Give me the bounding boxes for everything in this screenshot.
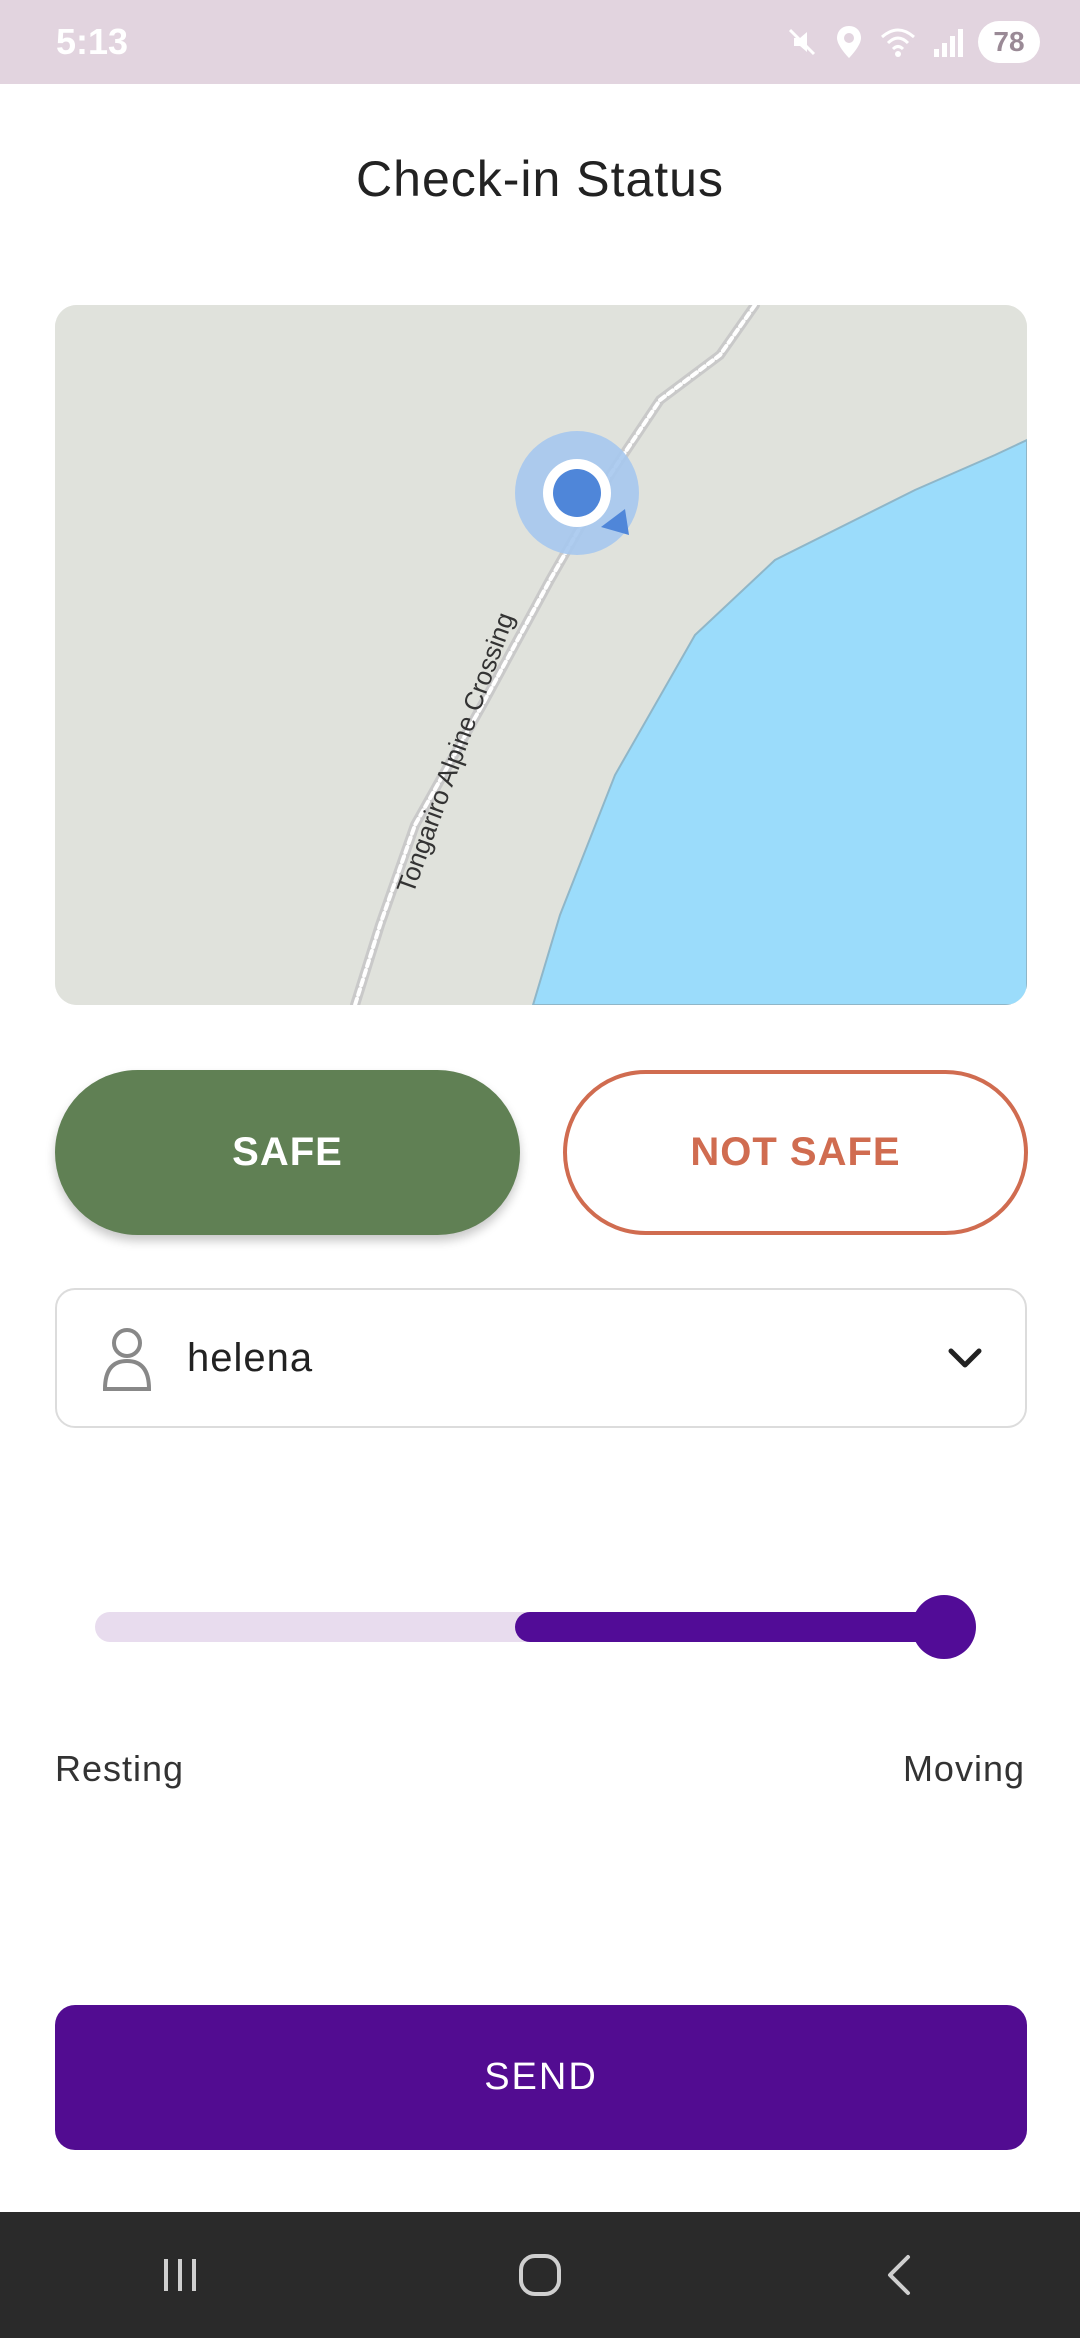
- send-button[interactable]: SEND: [55, 2005, 1027, 2150]
- mute-icon: [788, 28, 816, 56]
- person-icon: [102, 1328, 152, 1391]
- signal-icon: [934, 29, 963, 57]
- home-button[interactable]: [500, 2235, 580, 2315]
- not-safe-button[interactable]: NOT SAFE: [563, 1070, 1028, 1235]
- back-icon: [888, 2255, 910, 2295]
- recents-button[interactable]: [140, 2235, 220, 2315]
- slider-max-label: Moving: [902, 1748, 1025, 1789]
- map-canvas[interactable]: Tongariro Alpine Crossing: [55, 305, 1027, 1005]
- current-location-marker[interactable]: [515, 431, 639, 555]
- back-button[interactable]: [860, 2235, 940, 2315]
- status-icons: 78: [784, 21, 1040, 63]
- map-view[interactable]: Tongariro Alpine Crossing: [55, 305, 1027, 1005]
- recents-icon: [164, 2259, 196, 2291]
- battery-badge: 78: [978, 21, 1040, 63]
- slider-min-label: Resting: [55, 1748, 185, 1789]
- activity-slider[interactable]: [95, 1595, 976, 1659]
- page-title: Check-in Status: [356, 151, 724, 207]
- selected-user: helena: [187, 1335, 314, 1380]
- status-time: 5:13: [56, 21, 129, 62]
- slider-fill: [515, 1612, 944, 1642]
- status-bar: 5:13 78: [0, 0, 1080, 84]
- wifi-icon: [881, 28, 915, 57]
- user-dropdown[interactable]: helena: [55, 1288, 1027, 1428]
- safe-button[interactable]: SAFE: [55, 1070, 520, 1235]
- system-nav-bar: [0, 2212, 1080, 2338]
- home-icon: [519, 2254, 561, 2296]
- slider-thumb[interactable]: [911, 1595, 976, 1659]
- chevron-down-icon: [948, 1348, 982, 1368]
- location-icon: [837, 26, 861, 58]
